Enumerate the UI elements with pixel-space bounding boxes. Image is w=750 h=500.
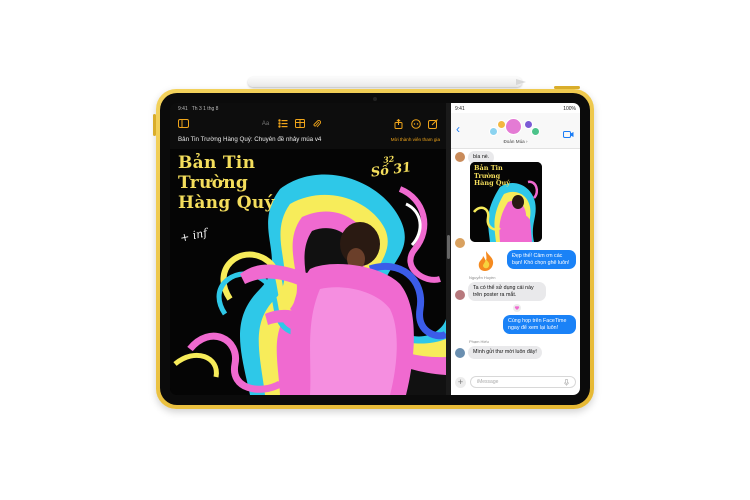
table-icon[interactable]: [294, 118, 305, 130]
collaborate-icon[interactable]: [410, 118, 421, 130]
plus-icon[interactable]: +: [455, 376, 466, 388]
thumbnail-headline: Bản Tin Trường Hàng Quý: [474, 164, 511, 188]
messages-status-bar: 9:41 100%: [455, 106, 576, 112]
status-date: Th 3 1 thg 8: [191, 106, 219, 112]
sender-avatar: [455, 290, 465, 300]
front-camera: [373, 97, 377, 101]
sender-name: Nguyễn Huyền: [469, 275, 496, 280]
member-avatar: [531, 127, 540, 136]
back-icon[interactable]: ‹: [456, 123, 460, 135]
flame-sticker[interactable]: [475, 250, 497, 272]
screen: 9:41 Th 3 1 thg 8 Aa Bản Tin Trường Hàng…: [170, 103, 580, 395]
document-app-pane: 9:41 Th 3 1 thg 8 Aa Bản Tin Trường Hàng…: [170, 103, 446, 395]
document-canvas[interactable]: Bản Tin Trường Hàng Quý 32 Số 31 + inf: [170, 149, 446, 395]
mic-icon[interactable]: [564, 378, 569, 386]
document-toolbar: Aa: [170, 115, 446, 133]
group-name[interactable]: Đoàn Múa ›: [451, 139, 580, 144]
headline-line-2: Trường: [178, 173, 249, 193]
sender-avatar: [455, 152, 465, 162]
group-avatar: [505, 118, 522, 135]
video-icon[interactable]: [563, 125, 574, 138]
conversation-header: ‹ Đoàn Múa ›: [451, 113, 580, 149]
attachment-icon[interactable]: [311, 119, 322, 130]
invite-collaborators-link[interactable]: Mời thành viên tham gia: [391, 137, 440, 142]
sender-avatar: [455, 238, 465, 248]
share-icon[interactable]: [393, 118, 404, 130]
sidebar-icon[interactable]: [178, 118, 189, 130]
messages-status-time: 9:41: [455, 106, 465, 112]
status-bar: 9:41 Th 3 1 thg 8: [178, 106, 218, 112]
apple-pencil-tip: [516, 79, 526, 85]
message-input-placeholder: iMessage: [477, 379, 499, 385]
ipad-device: 9:41 Th 3 1 thg 8 Aa Bản Tin Trường Hàng…: [153, 86, 594, 409]
thumbnail-line-3: Hàng Quý: [474, 179, 511, 187]
heart-reaction-icon[interactable]: [513, 304, 521, 312]
messages-status-battery: 100%: [563, 106, 576, 112]
status-time: 9:41: [178, 106, 188, 112]
issue-number: 32 Số 31: [369, 150, 412, 180]
message-bubble-incoming[interactable]: Ta có thể sử dụng cái này trên poster ra…: [468, 282, 546, 301]
compose-icon[interactable]: [427, 118, 438, 130]
toolbar-right-group: [393, 118, 438, 130]
volume-button: [153, 114, 156, 136]
message-bubble-outgoing[interactable]: Đẹp thế! Cảm ơn các bạn! Khó chọn ghê lu…: [507, 250, 576, 269]
headline-line-1: Bản Tin: [178, 153, 256, 173]
split-view-handle[interactable]: [447, 235, 450, 259]
sender-name: Phạm Hiếu: [469, 339, 489, 344]
message-composer: + iMessage: [455, 375, 576, 389]
top-button: [554, 86, 580, 89]
member-avatar: [489, 127, 498, 136]
poster-headline: Bản Tin Trường Hàng Quý: [178, 153, 275, 213]
message-thread[interactable]: bìa nè. Bản Tin Trường Hàng Quý Đẹp thế!…: [451, 150, 580, 370]
toolbar-center-group: Aa: [260, 118, 322, 130]
message-input[interactable]: iMessage: [470, 376, 576, 388]
headline-line-3: Hàng Quý: [178, 193, 275, 213]
messages-app-pane: 9:41 100% ‹ Đoàn Múa › bìa nè. Bản Tin T…: [451, 103, 580, 395]
apple-pencil: [248, 77, 522, 87]
text-format-label[interactable]: Aa: [260, 119, 271, 130]
message-bubble-outgoing[interactable]: Cùng họp trên FaceTime ngay để xem lại l…: [503, 315, 576, 334]
format-icon[interactable]: [277, 118, 288, 130]
group-avatars[interactable]: [485, 117, 545, 137]
sender-avatar: [455, 348, 465, 358]
shared-image-thumbnail[interactable]: Bản Tin Trường Hàng Quý: [470, 162, 542, 242]
document-title[interactable]: Bản Tin Trường Hàng Quý: Chuyên đề nhảy …: [178, 136, 321, 143]
message-bubble-incoming[interactable]: Mình gửi thư mời luôn đây!: [468, 346, 542, 359]
